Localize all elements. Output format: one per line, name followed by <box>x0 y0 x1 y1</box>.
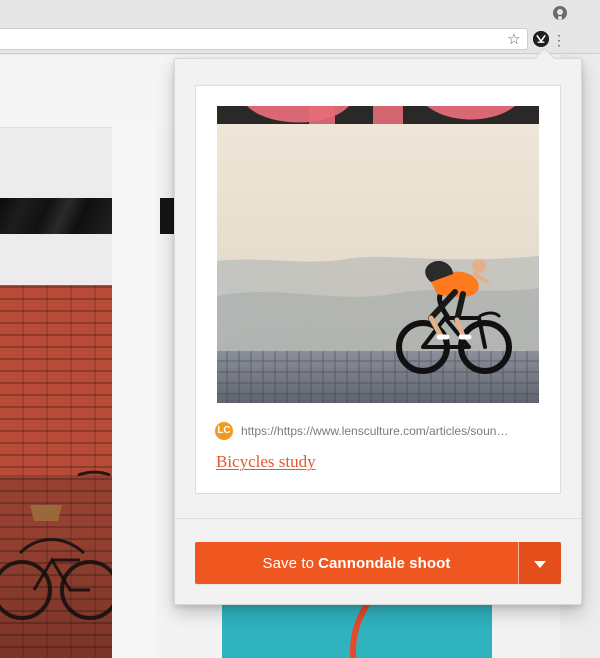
browser-chrome: ☆ ⋮ <box>0 0 600 54</box>
save-dropdown-button[interactable] <box>519 542 561 584</box>
background-photo-edge <box>160 198 174 234</box>
star-icon[interactable]: ☆ <box>505 31 523 49</box>
address-bar[interactable] <box>0 28 528 50</box>
save-button[interactable]: Save to Cannondale shoot <box>195 542 518 584</box>
popup-divider <box>175 518 581 519</box>
background-photo-brick-wall <box>0 285 112 658</box>
menu-icon[interactable]: ⋮ <box>552 31 566 49</box>
save-prefix: Save to <box>262 554 315 572</box>
pin-image[interactable] <box>217 106 539 403</box>
source-row: LC https://https://www.lensculture.com/a… <box>215 420 545 442</box>
pin-card: LC https://https://www.lensculture.com/a… <box>195 85 561 494</box>
source-badge-icon: LC <box>215 422 233 440</box>
profile-icon[interactable] <box>553 6 567 20</box>
chevron-down-icon <box>534 560 546 568</box>
save-popup: LC https://https://www.lensculture.com/a… <box>174 58 582 605</box>
background-photo-bike-wheel <box>222 605 492 658</box>
source-badge-text: LC <box>217 425 231 436</box>
source-url[interactable]: https://https://www.lensculture.com/arti… <box>241 424 539 438</box>
extension-icon[interactable] <box>533 31 549 47</box>
save-bar: Save to Cannondale shoot <box>195 542 561 584</box>
extension-glyph-icon <box>533 31 549 47</box>
pin-title-link[interactable]: Bicycles study <box>216 452 316 472</box>
save-target: Cannondale shoot <box>318 554 451 572</box>
page-gutter <box>112 127 156 658</box>
bike-outline-icon <box>0 470 112 658</box>
background-photo-strip <box>0 198 112 234</box>
bicycle-rider-icon <box>217 106 539 403</box>
